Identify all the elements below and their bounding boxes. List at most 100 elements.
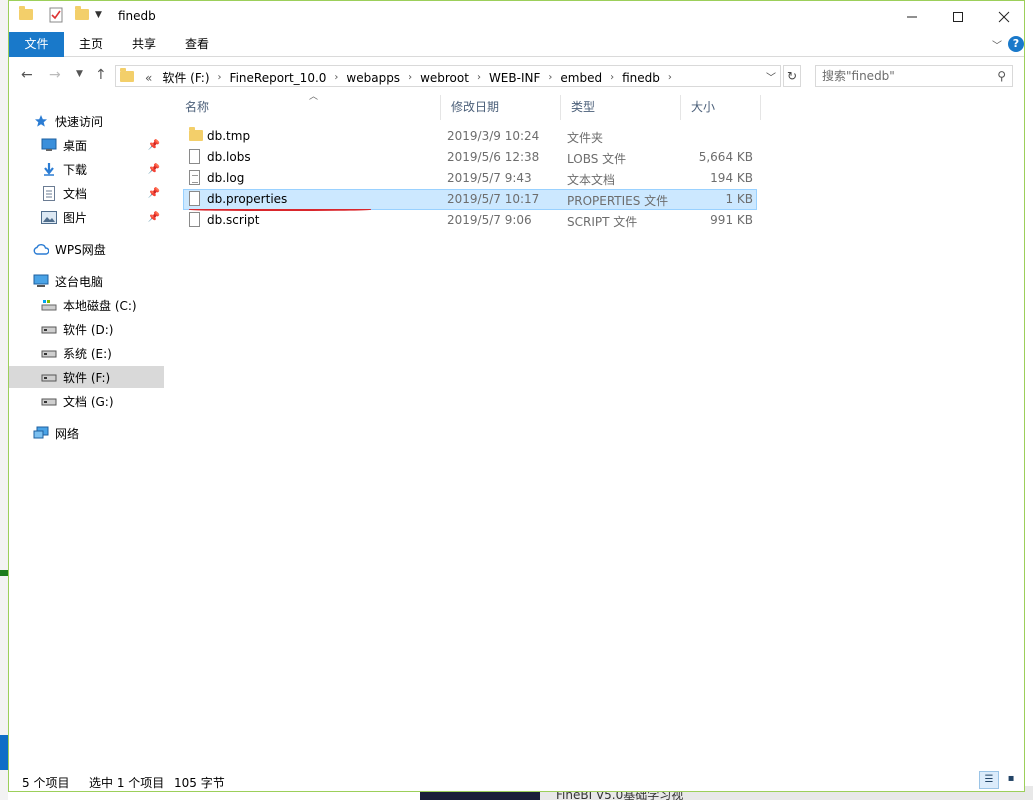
refresh-button[interactable]: ↻ [783,65,801,87]
file-icon [189,191,200,209]
breadcrumb-webapps[interactable]: webapps [341,71,405,85]
chevron-right-icon[interactable]: › [215,72,225,83]
file-row[interactable]: db.script 2019/5/7 9:06 SCRIPT 文件 991 KB [183,210,757,231]
sidebar-item-label: 本地磁盘 (C:) [63,298,137,313]
new-folder-icon[interactable] [75,6,89,23]
address-dropdown-icon[interactable]: ﹀ [766,69,776,84]
sidebar-item-pictures[interactable]: 图片 📌 [9,206,164,228]
breadcrumb: « 软件 (F:) › FineReport_10.0 › webapps › … [140,69,675,86]
sidebar-item-drive-e[interactable]: 系统 (E:) [9,342,164,364]
pin-icon[interactable]: 📌 [148,212,160,223]
sidebar-item-this-pc[interactable]: 这台电脑 [9,270,164,292]
forward-icon[interactable]: → [49,67,61,83]
download-icon [41,161,57,177]
details-view-icon[interactable]: ☰ [979,771,999,789]
sidebar-item-drive-f[interactable]: 软件 (F:) [9,366,164,388]
status-bar: 5 个项目 选中 1 个项目 105 字节 ☰ ▪ [9,769,1024,791]
file-row-selected[interactable]: db.properties 2019/5/7 10:17 PROPERTIES … [183,189,757,210]
pin-icon[interactable]: 📌 [148,188,160,199]
breadcrumb-finereport[interactable]: FineReport_10.0 [225,71,332,85]
help-icon[interactable]: ? [1008,36,1024,52]
breadcrumb-finedb[interactable]: finedb [617,71,665,85]
sidebar-item-drive-g[interactable]: 文档 (G:) [9,390,164,412]
sidebar-item-network[interactable]: 网络 [9,422,164,444]
chevron-right-icon[interactable]: › [405,72,415,83]
drive-icon [41,393,57,409]
background-green-mark [0,570,8,576]
back-icon[interactable]: ← [21,67,33,83]
network-icon [33,425,49,441]
chevron-right-icon[interactable]: › [607,72,617,83]
sidebar-item-quick-access[interactable]: 快速访问 [9,110,164,132]
sidebar-item-label: 桌面 [63,138,88,153]
breadcrumb-webroot[interactable]: webroot [415,71,474,85]
chevron-right-icon[interactable]: › [474,72,484,83]
tab-view[interactable]: 查看 [173,32,221,57]
breadcrumb-overflow[interactable]: « [140,71,157,85]
up-icon[interactable]: ↑ [95,67,107,83]
ribbon-controls: ﹀ ? [992,36,1024,52]
file-type: SCRIPT 文件 [567,215,638,229]
sidebar-item-label: 图片 [63,210,88,225]
search-box[interactable]: ⚲ [815,65,1013,87]
tab-share[interactable]: 共享 [120,32,168,57]
maximize-button[interactable] [935,1,981,32]
navigation-pane: 快速访问 桌面 📌 下载 📌 文档 📌 图片 📌 WPS网盘 这台电脑 本地磁盘… [9,95,165,765]
pin-icon[interactable]: 📌 [148,164,160,175]
drive-icon [41,345,57,361]
sidebar-item-drive-c[interactable]: 本地磁盘 (C:) [9,294,164,316]
text-file-icon [189,170,200,188]
drive-icon [41,297,57,313]
pin-icon[interactable]: 📌 [148,140,160,151]
minimize-button[interactable] [889,1,935,32]
sidebar-item-label: 文档 (G:) [63,394,114,409]
title-bar: ▼ finedb [9,1,1024,32]
search-input[interactable] [822,69,982,83]
sidebar-item-wps-drive[interactable]: WPS网盘 [9,238,164,260]
search-icon[interactable]: ⚲ [997,69,1006,83]
chevron-right-icon[interactable]: › [545,72,555,83]
file-name: db.tmp [207,129,251,143]
recent-locations-icon[interactable]: ▼ [76,69,83,79]
computer-icon [33,273,49,289]
close-button[interactable] [981,1,1027,32]
explorer-window: ▼ finedb 文件 主页 共享 查看 ﹀ ? ← → ▼ ↑ « 软件 (F… [8,0,1025,792]
sidebar-item-label: 网络 [55,426,80,441]
file-size: 1 KB [725,192,753,206]
sidebar-item-label: 文档 [63,186,88,201]
tab-home[interactable]: 主页 [67,32,115,57]
column-header-name[interactable]: 名称 [175,95,441,120]
column-header-type[interactable]: 类型 [561,95,681,120]
tab-file[interactable]: 文件 [9,32,64,57]
ribbon-tabs: 文件 主页 共享 查看 ﹀ ? [9,32,1024,57]
file-row[interactable]: db.log 2019/5/7 9:43 文本文档 194 KB [183,168,757,189]
address-bar[interactable]: « 软件 (F:) › FineReport_10.0 › webapps › … [115,65,781,87]
sidebar-item-downloads[interactable]: 下载 📌 [9,158,164,180]
folder-icon [19,6,33,23]
file-size: 194 KB [710,171,753,185]
file-row[interactable]: db.tmp 2019/3/9 10:24 文件夹 [183,126,757,147]
breadcrumb-web-inf[interactable]: WEB-INF [484,71,545,85]
file-size: 991 KB [710,213,753,227]
chevron-right-icon[interactable]: › [331,72,341,83]
expand-ribbon-icon[interactable]: ﹀ [992,37,1002,52]
file-row[interactable]: db.lobs 2019/5/6 12:38 LOBS 文件 5,664 KB [183,147,757,168]
sidebar-item-drive-d[interactable]: 软件 (D:) [9,318,164,340]
column-header-size[interactable]: 大小 [681,95,761,120]
sidebar-item-documents[interactable]: 文档 📌 [9,182,164,204]
file-type: LOBS 文件 [567,152,627,166]
background-window-edge [0,0,8,800]
sidebar-item-label: 软件 (F:) [63,370,111,385]
large-icons-view-icon[interactable]: ▪ [1001,771,1021,789]
sidebar-item-desktop[interactable]: 桌面 📌 [9,134,164,156]
breadcrumb-embed[interactable]: embed [555,71,607,85]
properties-icon[interactable] [49,7,63,26]
quick-access-toolbar-dropdown-icon[interactable]: ▼ [95,10,102,20]
column-header-date[interactable]: 修改日期 [441,95,561,120]
file-date: 2019/3/9 10:24 [447,129,540,143]
file-name: db.log [207,171,245,185]
sidebar-item-label: 系统 (E:) [63,346,112,361]
chevron-right-icon[interactable]: › [665,72,675,83]
file-date: 2019/5/7 10:17 [447,192,540,206]
breadcrumb-drive-f[interactable]: 软件 (F:) [157,69,214,86]
